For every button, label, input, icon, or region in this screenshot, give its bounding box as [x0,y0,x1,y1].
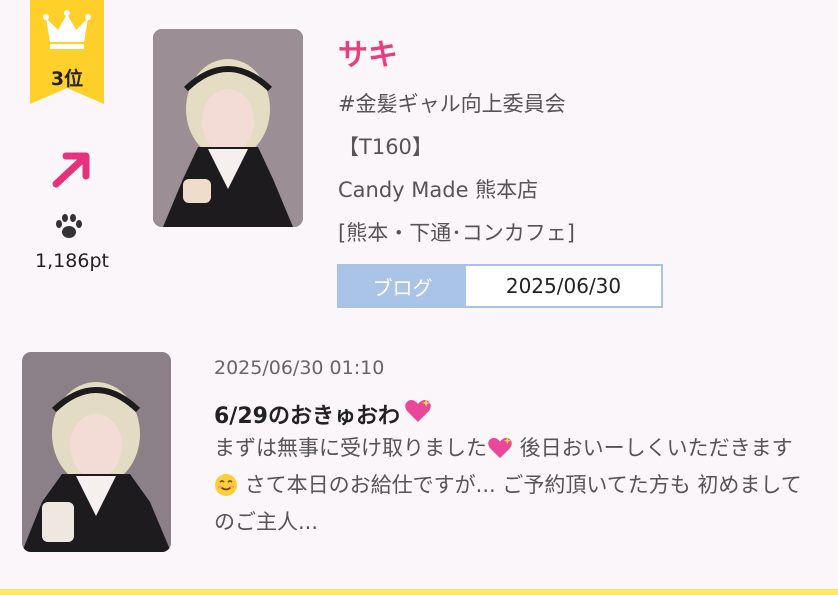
post-photo[interactable] [22,352,171,552]
post-title[interactable]: 6/29のおきゅおわ [214,398,432,430]
profile-photo[interactable] [153,29,303,227]
post-datetime: 2025/06/30 01:10 [214,357,385,379]
shop-area: [熊本・下通･コンカフェ] [338,221,575,245]
smiling-face-icon [214,473,238,506]
excerpt-part2: 後日おいーしくいただきます [513,436,793,460]
sparkling-heart-icon [404,398,432,430]
post-excerpt: まずは無事に受け取りました 後日おいーしくいただきます さて本日のお給仕ですが.… [214,432,804,538]
cast-tagline: #金髪ギャル向上委員会 [338,92,566,116]
blog-link[interactable]: ブログ 2025/06/30 [337,264,663,308]
sparkling-heart-icon [487,436,513,469]
blog-date: 2025/06/30 [505,274,622,298]
blog-tag: ブログ [339,266,466,306]
cast-height: 【T160】 [338,135,433,159]
points-value: 1,186pt [35,250,109,272]
rank-label: 3位 [50,68,84,90]
excerpt-part1: まずは無事に受け取りました [214,436,487,460]
post-title-text: 6/29のおきゅおわ [214,404,400,429]
bottom-border [0,589,838,595]
excerpt-part3: さて本日のお給仕ですが... ご予約頂いてた方も 初めましてのご主人... [214,473,802,534]
shop-name[interactable]: Candy Made 熊本店 [338,174,538,204]
trend-up-arrow-icon [48,150,94,194]
paw-icon [54,214,84,244]
cast-name[interactable]: サキ [338,30,398,74]
